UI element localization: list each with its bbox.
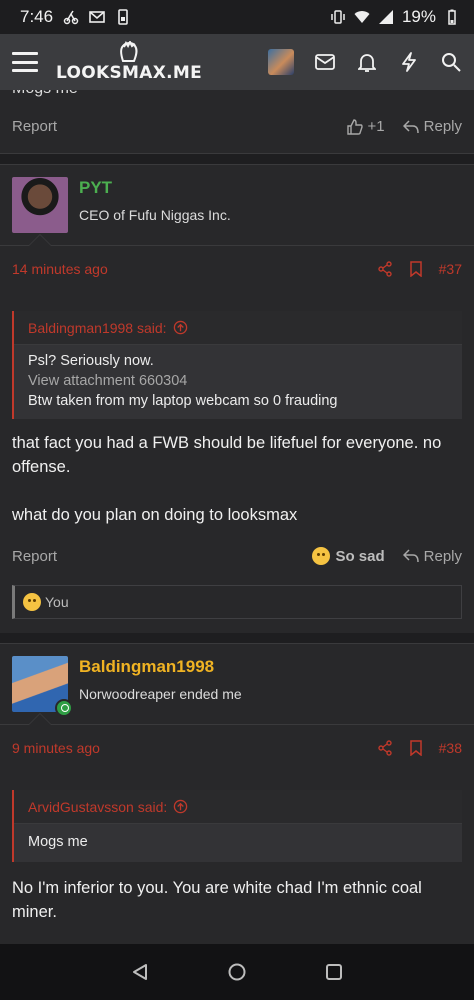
home-icon[interactable] xyxy=(227,962,247,982)
delivery-icon xyxy=(63,10,79,25)
sim-icon xyxy=(118,9,128,25)
lightning-icon[interactable] xyxy=(398,51,420,73)
site-name: LOOKSMAX.ME xyxy=(56,63,203,83)
search-icon[interactable] xyxy=(440,51,462,73)
like-button[interactable]: +1 xyxy=(346,118,385,135)
avatar[interactable] xyxy=(12,656,73,717)
post-message: No I'm inferior to you. You are white ch… xyxy=(12,879,422,921)
post-message: that fact you had a FWB should be lifefu… xyxy=(12,434,442,524)
post-meta: 9 minutes ago #38 xyxy=(0,713,474,770)
reaction-button[interactable]: So sad xyxy=(312,547,385,565)
reacted-by: You xyxy=(45,594,69,610)
avatar[interactable] xyxy=(12,177,68,233)
post-separator xyxy=(0,633,474,643)
menu-icon[interactable] xyxy=(12,52,38,72)
back-icon[interactable] xyxy=(131,963,149,981)
post-message: Mogs me xyxy=(12,90,78,98)
quote-line: Mogs me xyxy=(28,834,88,850)
quote-author[interactable]: Baldingman1998 said: xyxy=(14,311,462,345)
recents-icon[interactable] xyxy=(325,963,343,981)
user-title: CEO of Fufu Niggas Inc. xyxy=(79,207,231,223)
sad-face-icon xyxy=(23,593,41,611)
thread-content: Mogs me Report +1 Reply PYT CEO of Fufu … xyxy=(0,90,474,944)
quote-block: Baldingman1998 said: Psl? Seriously now.… xyxy=(12,311,462,419)
bookmark-icon[interactable] xyxy=(409,260,423,277)
username[interactable]: PYT xyxy=(79,178,231,198)
reply-button[interactable]: Reply xyxy=(402,548,462,565)
clock: 7:46 xyxy=(20,7,54,26)
battery-percent: 19% xyxy=(401,7,436,26)
sad-face-icon xyxy=(312,547,331,565)
attachment-link[interactable]: View attachment 660304 xyxy=(28,371,448,391)
like-count: +1 xyxy=(367,118,385,135)
bell-icon[interactable] xyxy=(356,51,378,73)
reactions-bar[interactable]: You xyxy=(12,585,462,619)
bookmark-icon[interactable] xyxy=(409,739,423,756)
previous-post: Mogs me Report +1 Reply xyxy=(0,90,474,154)
logo-head-icon xyxy=(120,41,138,62)
arrow-up-circle-icon xyxy=(173,320,187,335)
quote-author[interactable]: ArvidGustavsson said: xyxy=(14,790,462,824)
wifi-icon xyxy=(354,11,370,23)
quote-line: Psl? Seriously now. xyxy=(28,353,154,369)
report-link[interactable]: Report xyxy=(12,548,57,565)
online-status-icon xyxy=(55,699,73,717)
share-icon[interactable] xyxy=(377,260,393,277)
post-time[interactable]: 14 minutes ago xyxy=(12,261,108,277)
post-meta: 14 minutes ago #37 xyxy=(0,234,474,291)
reply-icon xyxy=(402,549,419,563)
vibrate-icon xyxy=(331,10,345,24)
gmail-icon xyxy=(89,11,105,23)
battery-icon xyxy=(448,9,456,25)
signal-icon xyxy=(378,10,393,24)
user-title: Norwoodreaper ended me xyxy=(79,686,242,702)
post-number[interactable]: #37 xyxy=(439,261,462,277)
thumbs-up-icon xyxy=(346,118,363,135)
site-logo[interactable]: LOOKSMAX.ME xyxy=(56,41,202,83)
reply-button[interactable]: Reply xyxy=(402,118,462,135)
system-nav-bar xyxy=(0,944,474,1000)
share-icon[interactable] xyxy=(377,739,393,756)
reply-icon xyxy=(402,119,419,133)
post-38: Baldingman1998 Norwoodreaper ended me 9 … xyxy=(0,643,474,944)
username[interactable]: Baldingman1998 xyxy=(79,657,242,677)
report-link[interactable]: Report xyxy=(12,118,57,135)
post-time[interactable]: 9 minutes ago xyxy=(12,740,100,756)
status-bar: 7:46 19% xyxy=(0,0,474,34)
post-separator xyxy=(0,154,474,164)
post-number[interactable]: #38 xyxy=(439,740,462,756)
app-header: LOOKSMAX.ME xyxy=(0,34,474,90)
user-avatar[interactable] xyxy=(268,49,294,75)
post-37: PYT CEO of Fufu Niggas Inc. 14 minutes a… xyxy=(0,164,474,633)
quote-line: Btw taken from my laptop webcam so 0 fra… xyxy=(28,393,338,409)
arrow-up-circle-icon xyxy=(174,799,188,814)
quote-block: ArvidGustavsson said: Mogs me xyxy=(12,790,462,862)
inbox-icon[interactable] xyxy=(314,51,336,73)
